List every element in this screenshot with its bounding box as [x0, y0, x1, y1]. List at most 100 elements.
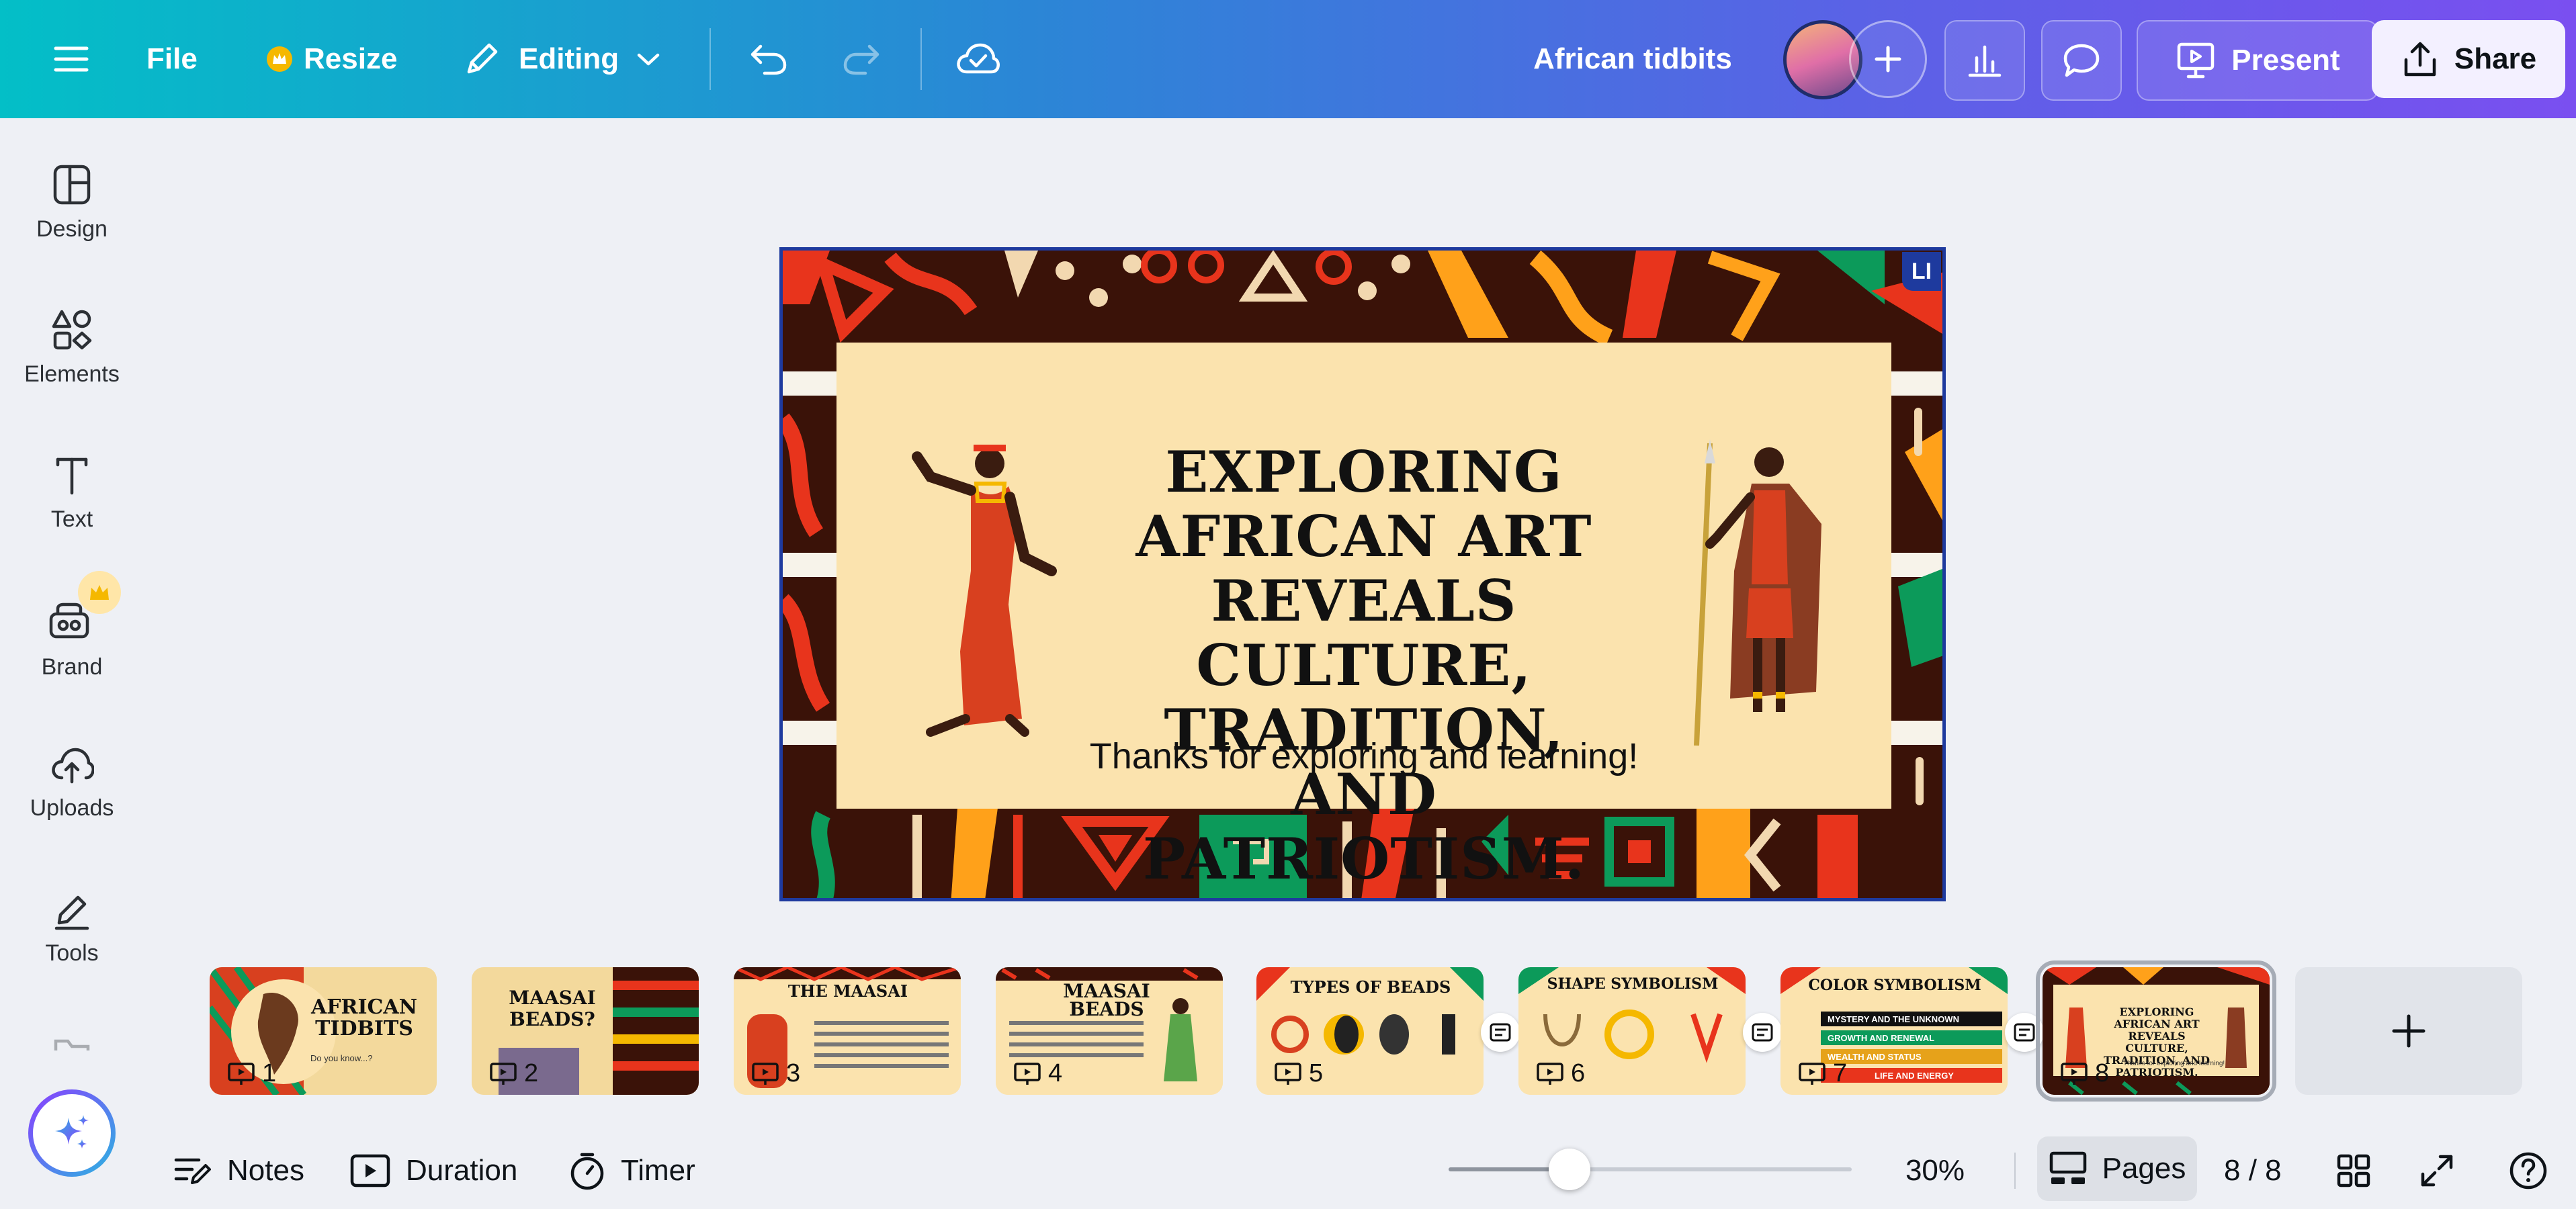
page-number: 4 [1013, 1059, 1062, 1088]
pages-view-button[interactable]: Pages [2037, 1136, 2197, 1201]
undo-button[interactable] [744, 36, 793, 82]
resize-button[interactable]: Resize [266, 34, 397, 85]
cloud-saved-icon[interactable] [953, 36, 1002, 82]
magic-assistant-button[interactable] [28, 1089, 116, 1177]
plus-icon [1875, 46, 1901, 73]
page-thumbnail-1[interactable]: African Tidbits Do you know...? 1 [210, 967, 437, 1095]
add-page-button[interactable] [2295, 967, 2522, 1095]
editing-mode-button[interactable]: Editing [462, 34, 660, 85]
page-transition-button[interactable] [1481, 1013, 1520, 1052]
sidebar-item-text[interactable]: Text [0, 454, 144, 533]
hamburger-icon[interactable] [44, 34, 98, 85]
page-thumbnail-2[interactable]: Maasai Beads? 2 [472, 967, 699, 1095]
sidebar-item-label: Tools [45, 940, 99, 966]
thumbnail-title: Types of Beads [1290, 977, 1451, 997]
sidebar-item-label: Uploads [30, 795, 114, 821]
editing-label: Editing [519, 42, 619, 75]
premium-badge [78, 571, 121, 614]
page-transition-button[interactable] [2005, 1013, 2044, 1052]
slide-title[interactable]: Exploring African art reveals culture, t… [1092, 440, 1636, 891]
brand-icon-wrap [48, 571, 121, 645]
sidebar-item-elements[interactable]: Elements [0, 308, 144, 388]
page-number-text: 4 [1048, 1059, 1063, 1087]
present-button[interactable]: Present [2137, 20, 2378, 101]
present-icon [1799, 1062, 1826, 1085]
thumbnail-title: Exploring African Art Reveals Culture, T… [2104, 1005, 2210, 1079]
redo-button[interactable] [837, 36, 886, 82]
sidebar-item-label: Brand [41, 654, 103, 680]
help-icon [2509, 1152, 2547, 1190]
page-thumbnail-5[interactable]: Types of Beads 5 [1256, 967, 1484, 1095]
comment-icon [2063, 44, 2100, 77]
document-title[interactable]: African tidbits [1505, 34, 1760, 85]
timer-button[interactable]: Timer [568, 1147, 695, 1194]
grid-icon [2337, 1154, 2370, 1188]
pages-label: Pages [2102, 1152, 2186, 1185]
page-number: 7 [1798, 1059, 1847, 1088]
sidebar-item-label: Elements [24, 361, 120, 387]
chevron-down-icon [637, 53, 660, 66]
timer-label: Timer [621, 1154, 695, 1187]
slide-subtitle[interactable]: Thanks for exploring and learning! [1058, 735, 1670, 777]
timer-icon [570, 1153, 604, 1190]
sidebar-item-brand[interactable]: Brand [0, 571, 144, 680]
add-collaborator-button[interactable] [1849, 20, 1927, 98]
divider [920, 28, 922, 90]
duration-button[interactable]: Duration [349, 1147, 517, 1194]
duration-icon [350, 1154, 390, 1188]
help-button[interactable] [2505, 1147, 2552, 1194]
thumbnail-caption: Do you know...? [310, 1053, 373, 1063]
slide-canvas[interactable]: Exploring African art reveals culture, t… [779, 247, 1946, 901]
present-icon [752, 1062, 779, 1085]
zoom-percent[interactable]: 30% [1888, 1147, 1982, 1194]
transition-icon [1752, 1023, 1773, 1042]
grid-view-button[interactable] [2330, 1147, 2377, 1194]
thumbnail-title: The Maasai [787, 981, 908, 1001]
fullscreen-button[interactable] [2413, 1147, 2460, 1194]
text-icon [56, 457, 88, 495]
file-menu-button[interactable]: File [146, 34, 198, 85]
notes-button[interactable]: Notes [172, 1147, 304, 1194]
zoom-percent-text: 30% [1905, 1154, 1965, 1187]
redo-icon [843, 44, 879, 75]
page-thumbnail-6[interactable]: Shape Symbolism 6 [1518, 967, 1746, 1095]
thumbnail-title: Shape Symbolism [1547, 975, 1719, 993]
sidebar-item-label: Text [50, 506, 93, 532]
page-thumbnail-4[interactable]: Maasai Beads 4 [996, 967, 1223, 1095]
color-band-label: Growth and Renewal [1828, 1032, 1935, 1043]
sidebar-item-tools[interactable]: Tools [0, 889, 144, 967]
present-icon [228, 1062, 255, 1085]
page-thumbnail-3[interactable]: The Maasai 3 [734, 967, 961, 1095]
page-transition-button[interactable] [1743, 1013, 1782, 1052]
elements-icon [52, 310, 92, 350]
present-icon [1014, 1062, 1041, 1085]
tools-icon [54, 895, 89, 930]
zoom-slider-thumb[interactable] [1549, 1149, 1590, 1190]
slide-content-card[interactable]: Exploring African art reveals culture, t… [836, 343, 1891, 891]
insights-button[interactable] [1944, 20, 2025, 101]
share-button[interactable]: Share [2372, 20, 2565, 98]
page-thumbnail-7[interactable]: Color Symbolism Mystery and the Unknown … [1780, 967, 2008, 1095]
color-band-label: Mystery and the Unknown [1828, 1014, 1959, 1024]
design-icon [53, 165, 91, 205]
zoom-slider[interactable] [1449, 1149, 1852, 1190]
maasai-warrior-illustration [1694, 439, 1821, 746]
sidebar-item-label: Design [36, 216, 108, 242]
page-thumbnail-8[interactable]: Exploring African Art Reveals Culture, T… [2036, 960, 2276, 1102]
present-icon [2178, 42, 2215, 79]
page-number: 2 [489, 1059, 538, 1088]
present-icon [1275, 1062, 1301, 1085]
notes-icon [174, 1158, 211, 1184]
sidebar-item-uploads[interactable]: Uploads [0, 744, 144, 821]
page-counter-text: 8 / 8 [2224, 1154, 2282, 1187]
comments-button[interactable] [2041, 20, 2122, 101]
sidebar-item-design[interactable]: Design [0, 163, 144, 242]
page-number-text: 3 [786, 1059, 801, 1087]
transition-icon [1490, 1023, 1511, 1042]
page-number-text: 6 [1571, 1059, 1586, 1087]
top-bar: File Resize Editing African tidbits Pres… [0, 0, 2576, 118]
thumbnail-caption: Thanks for exploring and learning! [2123, 1060, 2225, 1067]
page-number-text: 8 [2095, 1059, 2110, 1087]
undo-icon [750, 44, 787, 75]
thumbnail-title: Maasai Beads [1063, 980, 1150, 1020]
